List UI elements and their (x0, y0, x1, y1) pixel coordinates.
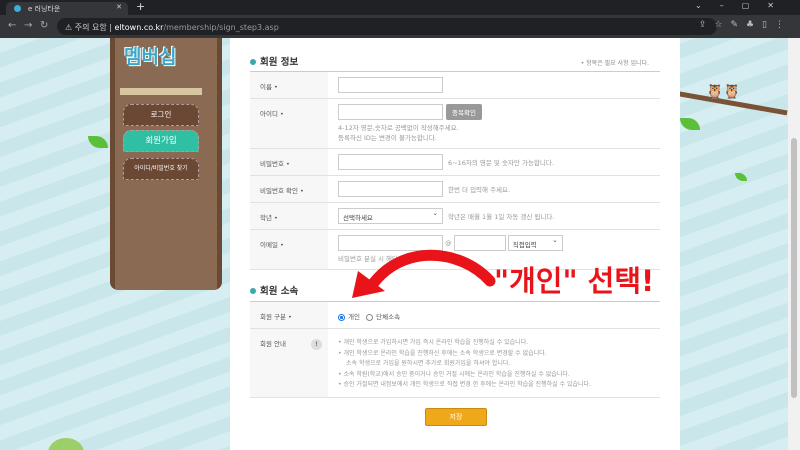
arrow-curve (364, 249, 496, 294)
section-title-affiliation: 회원 소속 (250, 283, 298, 297)
radio-individual-label[interactable]: 개인 (348, 313, 360, 321)
guide-item: 개인 학생으로 온라인 학습을 진행하신 후에는 소속 학생으로 변경할 수 없… (338, 349, 660, 360)
annotation-text: "개인" 선택! (494, 264, 655, 298)
required-note: • 항목은 필요 사항 입니다. (580, 60, 649, 67)
window-controls[interactable]: ⌄–▢✕ (695, 1, 792, 10)
member-type-label: 회원 구분 • (250, 301, 328, 329)
owls-decoration: 🦉🦉 (706, 84, 741, 100)
leaf-decoration (680, 118, 700, 130)
name-label: 이름 • (250, 71, 328, 99)
url-input[interactable]: ⚠ 주의 요함 | eltown.co.kr/membership/sign_s… (57, 18, 717, 35)
id-input[interactable] (338, 104, 443, 120)
password-hint: 6~16자의 영문 및 숫자만 가능합니다. (448, 159, 554, 167)
url-host: eltown.co.kr (114, 23, 164, 32)
shelf-decoration (120, 88, 202, 95)
red-arrow-annotation (352, 249, 496, 298)
email-label: 이메일 • (250, 229, 328, 270)
exclamation-icon: ! (311, 339, 322, 350)
password-confirm-label: 비밀번호 확인 • (250, 175, 328, 203)
grade-label: 학년 • (250, 202, 328, 230)
tree-decoration (48, 438, 84, 450)
extension-icons[interactable]: ⇪☆✎♣▯⋮ (699, 20, 792, 30)
radio-individual[interactable] (338, 313, 345, 321)
radio-group[interactable] (366, 313, 374, 321)
password-input[interactable] (338, 154, 443, 170)
new-tab-button[interactable]: + (136, 0, 145, 13)
guide-item: 소속 학생으로 가입을 원하시면 추가로 회원가입을 하셔야 합니다. (346, 360, 511, 367)
tab-bar: e 러닝타운 ✕ + ⌄–▢✕ (0, 0, 800, 15)
guide-list: 개인 학생으로 가입하시면 가입 즉시 온라인 학습을 진행하실 수 있습니다.… (338, 338, 660, 391)
name-input[interactable] (338, 77, 443, 93)
email-domain-select[interactable]: 직접입력 (507, 235, 563, 251)
save-button[interactable]: 저장 (425, 408, 487, 426)
leaf-decoration (88, 136, 108, 148)
address-bar-area: ← → ↻ ⚠ 주의 요함 | eltown.co.kr/membership/… (0, 15, 800, 38)
member-guide-label: 회원 안내 (260, 340, 286, 348)
grade-hint: 학년은 매월 1월 1일 자동 갱신 됩니다. (448, 213, 555, 221)
guide-item: 소속 학원(학교)에서 승인 중이거나 승인 거절 시에는 온라인 학습을 진행… (338, 370, 660, 381)
member-info-table: 이름 • 아이디 • 중복확인 4-12자 영문,숫자로 공백없이 작성해주세요. 등… (250, 71, 660, 270)
radio-group-label[interactable]: 단체소속 (376, 313, 400, 321)
reload-icon[interactable]: ↻ (40, 20, 48, 31)
leaf-decoration (735, 173, 747, 181)
password-confirm-hint: 한번 더 입력해 주세요. (448, 186, 511, 194)
affiliation-table: 회원 구분 • 개인 단체소속 회원 안내! 개인 학생으로 가입하시면 가입 즉… (250, 301, 660, 398)
id-hint: 등록하신 ID는 변경이 불가능합니다. (338, 134, 437, 142)
section-title-member-info: 회원 정보 (250, 54, 298, 68)
sidebar-item-find-account[interactable]: 아이디/비밀번호 찾기 (123, 158, 199, 180)
scrollbar-thumb[interactable] (791, 138, 797, 398)
membership-logo: 멤버십 (124, 46, 177, 68)
page: 멤버십 로그인 회원가입 아이디/비밀번호 찾기 🦉🦉 회원 정보 • 항목은 … (0, 38, 788, 450)
site-favicon-icon (14, 5, 21, 12)
security-warning: 주의 요함 (74, 23, 107, 32)
scrollbar[interactable] (788, 38, 800, 450)
id-label: 아이디 • (250, 98, 328, 149)
password-confirm-input[interactable] (338, 181, 443, 197)
guide-item: 승인 거절되면 내정보에서 개인 학생으로 직접 변경 한 후에는 온라인 학습… (338, 380, 660, 391)
back-icon[interactable]: ← (8, 20, 16, 31)
password-label: 비밀번호 • (250, 148, 328, 176)
tab-title: e 러닝타운 (28, 5, 61, 13)
close-tab-icon[interactable]: ✕ (116, 3, 122, 11)
id-check-button[interactable]: 중복확인 (446, 104, 482, 120)
url-path: /membership/sign_step3.asp (163, 23, 279, 32)
membership-sidebar: 멤버십 로그인 회원가입 아이디/비밀번호 찾기 (110, 38, 222, 290)
grade-select[interactable]: 선택하세요 (338, 208, 443, 224)
forward-icon[interactable]: → (24, 20, 32, 31)
id-hint: 4-12자 영문,숫자로 공백없이 작성해주세요. (338, 124, 459, 132)
sidebar-item-login[interactable]: 로그인 (123, 104, 199, 126)
browser-tab[interactable]: e 러닝타운 ✕ (6, 2, 128, 15)
guide-item: 개인 학생으로 가입하시면 가입 즉시 온라인 학습을 진행하실 수 있습니다. (338, 338, 660, 349)
sidebar-item-signup[interactable]: 회원가입 (123, 130, 199, 152)
